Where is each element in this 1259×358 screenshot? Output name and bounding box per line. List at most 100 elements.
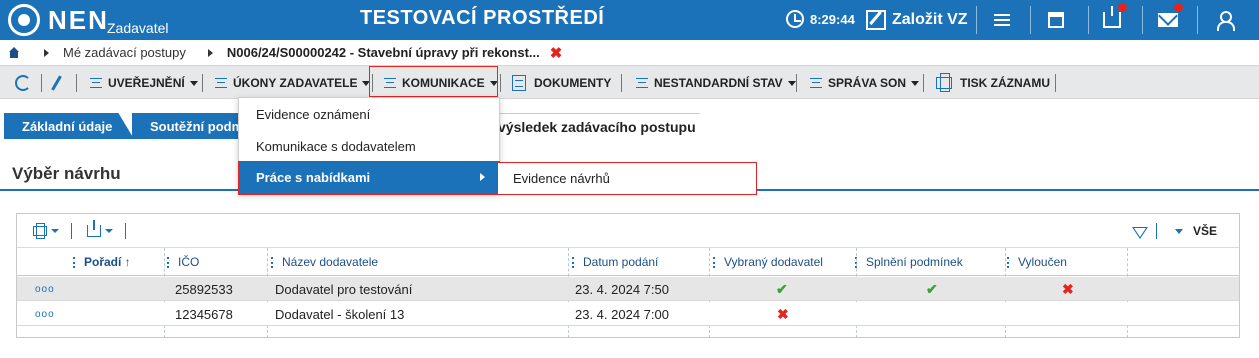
document-icon — [512, 75, 526, 91]
list-icon — [215, 78, 227, 88]
cross-icon: ✖ — [1062, 280, 1074, 297]
column-handle-icon[interactable] — [1007, 256, 1010, 268]
clock-icon — [786, 10, 804, 28]
publish-menu[interactable]: UVEŘEJNĚNÍ — [90, 69, 198, 97]
communication-highlight — [369, 66, 498, 97]
action-toolbar: UVEŘEJNĚNÍ ÚKONY ZADAVATELE KOMUNIKACE D… — [0, 65, 1259, 99]
caret-down-icon — [1174, 228, 1183, 234]
print-label: TISK ZÁZNAMU — [960, 76, 1050, 90]
breadcrumb-current[interactable]: N006/24/S00000242 - Stavební úpravy při … — [227, 45, 540, 60]
menu-item-supplier-communication[interactable]: Komunikace s dodavatelem — [239, 130, 499, 162]
refresh-button[interactable] — [15, 69, 31, 97]
grid-toolbar-divider — [1156, 223, 1157, 239]
edit-icon — [866, 10, 886, 30]
column-order[interactable]: Pořadí ↑ — [73, 248, 131, 276]
print-icon — [936, 73, 952, 92]
grid-toolbar-divider — [71, 223, 72, 239]
inbox-notification-badge — [1118, 3, 1127, 12]
list-icon — [636, 78, 648, 88]
table-row[interactable]: ooo 25892533 Dodavatel pro testování 23.… — [17, 277, 1239, 301]
grid-filter-button[interactable] — [1132, 225, 1148, 241]
cell-submission-date: 23. 4. 2024 7:50 — [575, 281, 669, 297]
mail-icon — [1158, 13, 1178, 27]
acts-label: ÚKONY ZADAVATELE — [233, 76, 358, 90]
table-row[interactable]: ooo 12345678 Dodavatel - školení 13 23. … — [17, 302, 1239, 326]
column-conditions-met[interactable]: Splnění podmínek — [855, 248, 963, 276]
caret-down-icon — [105, 229, 113, 233]
close-icon[interactable]: ✖ — [550, 44, 563, 62]
nonstandard-label: NESTANDARDNÍ STAV — [654, 76, 783, 90]
column-handle-icon[interactable] — [271, 256, 274, 268]
refresh-icon — [15, 75, 31, 91]
column-handle-icon[interactable] — [73, 256, 76, 268]
edit-button[interactable] — [51, 69, 62, 97]
mail-notification-badge — [1174, 3, 1183, 12]
tab-procedure-result[interactable]: výsledek zadávacího postupu — [480, 113, 716, 139]
print-record-button[interactable]: TISK ZÁZNAMU — [936, 69, 1050, 97]
tabs-bar: Základní údaje Soutěžní podm výsledek za… — [0, 99, 1259, 139]
toolbar-divider — [923, 74, 924, 92]
acts-menu[interactable]: ÚKONY ZADAVATELE — [215, 69, 371, 97]
tab-basic-info[interactable]: Základní údaje — [4, 113, 134, 139]
view-all-button[interactable]: VŠE — [1174, 224, 1217, 238]
toolbar-divider — [1055, 74, 1056, 92]
check-icon: ✔ — [926, 280, 938, 297]
menu-item-proposal-records[interactable]: Evidence návrhů — [497, 162, 757, 195]
grid-toolbar-divider — [125, 223, 126, 239]
user-button[interactable] — [1204, 6, 1244, 34]
create-vz-button[interactable]: Založit VZ — [866, 6, 968, 34]
calendar-icon — [1048, 12, 1064, 28]
cross-icon: ✖ — [777, 305, 789, 322]
grid-export-button[interactable] — [87, 220, 113, 239]
section-title: Výběr návrhu — [12, 164, 121, 183]
caret-down-icon — [189, 80, 198, 86]
toolbar-divider — [76, 74, 77, 92]
brand-subtitle: Zadavatel — [107, 20, 169, 36]
proposals-grid: VŠE Pořadí ↑ IČO Název dodavatele Datum … — [16, 213, 1240, 338]
home-icon[interactable] — [8, 47, 20, 58]
topbar-divider — [1197, 6, 1198, 34]
column-supplier-name[interactable]: Název dodavatele — [271, 248, 378, 276]
column-handle-icon[interactable] — [572, 256, 575, 268]
publish-label: UVEŘEJNĚNÍ — [108, 76, 185, 90]
caret-down-icon — [51, 229, 59, 233]
breadcrumb-separator-icon — [44, 48, 49, 57]
top-bar: NEN Zadavatel TESTOVACÍ PROSTŘEDÍ 8:29:4… — [0, 0, 1259, 40]
row-actions-button[interactable]: ooo — [35, 302, 55, 326]
check-icon: ✔ — [776, 280, 788, 297]
caret-down-icon — [787, 80, 796, 86]
topbar-divider — [976, 6, 977, 34]
cell-ico: 12345678 — [175, 306, 233, 322]
view-all-label: VŠE — [1192, 224, 1217, 238]
toolbar-divider — [796, 74, 797, 92]
column-handle-icon[interactable] — [167, 256, 170, 268]
column-selected-supplier[interactable]: Vybraný dodavatel — [713, 248, 823, 276]
app-root: NEN Zadavatel TESTOVACÍ PROSTŘEDÍ 8:29:4… — [0, 0, 1259, 358]
topbar-divider — [1030, 6, 1031, 34]
column-handle-icon[interactable] — [713, 256, 716, 268]
column-excluded[interactable]: Vyloučen — [1007, 248, 1067, 276]
logo-icon[interactable] — [8, 4, 40, 36]
nonstandard-menu[interactable]: NESTANDARDNÍ STAV — [636, 69, 796, 97]
breadcrumb-my-procedures[interactable]: Mé zadávací postupy — [63, 45, 186, 60]
menu-item-notice-records[interactable]: Evidence oznámení — [239, 98, 499, 130]
row-actions-button[interactable]: ooo — [35, 277, 55, 301]
environment-title: TESTOVACÍ PROSTŘEDÍ — [360, 7, 605, 29]
pencil-icon — [51, 75, 62, 91]
inbox-icon — [1103, 6, 1121, 28]
main-menu-button[interactable] — [982, 6, 1022, 34]
filter-icon — [1132, 227, 1148, 239]
column-ico[interactable]: IČO — [167, 248, 199, 276]
breadcrumb: Mé zadávací postupy N006/24/S00000242 - … — [0, 40, 1259, 65]
documents-label: DOKUMENTY — [534, 76, 612, 90]
brand-name: NEN — [48, 5, 109, 35]
toolbar-divider — [41, 74, 42, 92]
calendar-button[interactable] — [1036, 6, 1076, 34]
documents-button[interactable]: DOKUMENTY — [512, 69, 611, 97]
grid-print-button[interactable] — [33, 223, 59, 239]
son-menu[interactable]: SPRÁVA SON — [810, 69, 920, 97]
topbar-divider — [1142, 6, 1143, 34]
grid-header: Pořadí ↑ IČO Název dodavatele Datum podá… — [17, 248, 1239, 276]
topbar-divider — [1088, 6, 1089, 34]
column-submission-date[interactable]: Datum podání — [572, 248, 658, 276]
